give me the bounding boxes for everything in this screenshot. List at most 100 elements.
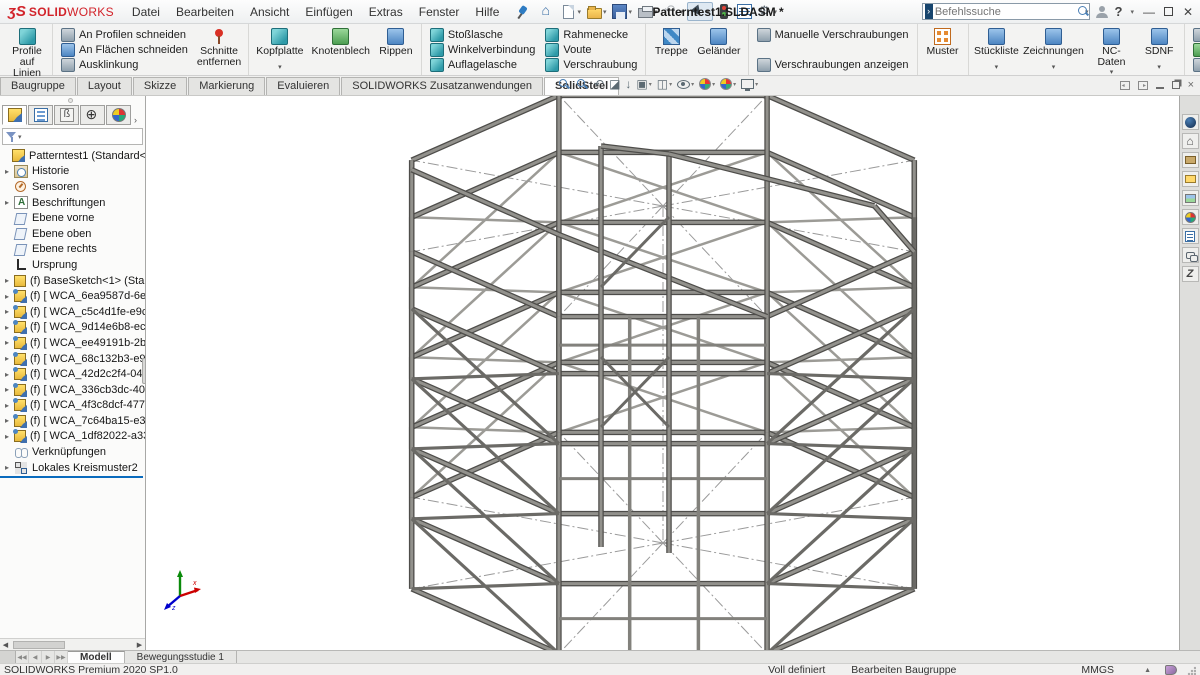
sdnf-button[interactable]: SDNF▾	[1137, 26, 1181, 73]
zoom-to-fit-icon[interactable]	[558, 78, 571, 91]
tree-item[interactable]: Ursprung	[0, 257, 145, 273]
tree-item[interactable]: ▸(f) [ WCA_ee49191b-2bf1-464f-b4	[0, 335, 145, 351]
tree-item[interactable]: ▸(f) [ WCA_42d2c2f4-043d-4715-91	[0, 366, 145, 382]
expand-arrow-icon[interactable]: ▸	[5, 432, 14, 441]
tab-evaluieren[interactable]: Evaluieren	[266, 77, 340, 95]
model-tab-modell[interactable]: Modell	[68, 651, 125, 663]
drawings-caret-icon[interactable]: ▾	[1052, 63, 1056, 71]
tree-item[interactable]: ▸(f) [ WCA_1df82022-a33c-439e-b8	[0, 429, 145, 445]
save-caret-icon[interactable]: ▾	[628, 8, 632, 16]
file-explorer-tab[interactable]	[1182, 171, 1199, 187]
remove-cuts-button[interactable]: Schnitte entfernen	[193, 26, 245, 73]
help-icon[interactable]: ?	[1115, 4, 1123, 19]
gusset-plate-button[interactable]: Knotenblech	[308, 26, 374, 73]
notch-button[interactable]: Ausklinkung	[58, 57, 191, 72]
search-input[interactable]	[935, 6, 1077, 18]
home-button[interactable]	[538, 3, 557, 20]
tree-item[interactable]: ▸Lokales Kreismuster2	[0, 460, 145, 476]
model-tab-bewegungsstudie-1[interactable]: Bewegungsstudie 1	[125, 651, 237, 663]
angle-connection-button[interactable]: Winkelverbindung	[427, 42, 538, 57]
filter-funnel-icon[interactable]	[6, 131, 17, 142]
rollback-bar[interactable]	[0, 476, 143, 478]
tree-item[interactable]: Sensoren	[0, 179, 145, 195]
close-button[interactable]: ✕	[1180, 5, 1196, 19]
dynamic-annotation-icon[interactable]: ↓	[625, 77, 631, 91]
railing-button[interactable]: Geländer	[693, 26, 744, 73]
tab-solidworks-zusatzanwendungen[interactable]: SOLIDWORKS Zusatzanwendungen	[341, 77, 543, 95]
maximize-button[interactable]	[1164, 7, 1173, 16]
doc-minimize-button[interactable]	[1156, 87, 1164, 89]
tree-item[interactable]: ▸(f) [ WCA_9d14e6b8-ec32-406a-9f	[0, 320, 145, 336]
propertymanager-tab[interactable]	[28, 105, 53, 125]
head-plate-button[interactable]: Kopfplatte▾	[252, 26, 307, 73]
cut-on-faces-button[interactable]: An Flächen schneiden	[58, 42, 191, 57]
scroll-track[interactable]	[11, 640, 134, 650]
butt-strap-button[interactable]: Stoßlasche	[427, 27, 538, 42]
sdnf-caret-icon[interactable]: ▾	[1157, 63, 1161, 71]
tree-item[interactable]: Patterntest1 (Standard<Anzeigestatus	[0, 148, 145, 164]
tab-nav-prev-icon[interactable]: ◀	[29, 651, 42, 663]
view-palette-tab[interactable]	[1182, 190, 1199, 206]
new-document-caret-icon[interactable]: ▾	[577, 8, 581, 16]
menu-extras[interactable]: Extras	[361, 2, 411, 22]
menu-datei[interactable]: Datei	[124, 2, 168, 22]
drawings-button[interactable]: Zeichnungen▾	[1021, 26, 1085, 73]
position-assembly-button[interactable]: Baugruppe positionieren	[1190, 57, 1200, 72]
featuremanager-tab[interactable]	[2, 105, 27, 125]
command-search[interactable]: › ▾	[922, 3, 1090, 20]
units-text[interactable]: MMGS	[1081, 664, 1114, 675]
model-3d-view[interactable]	[146, 96, 1179, 650]
tab-nav-last-icon[interactable]: ▶▶	[55, 651, 68, 663]
units-caret-icon[interactable]: ▲	[1144, 667, 1151, 674]
pane-right-icon[interactable]	[1138, 81, 1148, 90]
new-document-button[interactable]: ▾	[559, 4, 583, 20]
apply-scene-caret-icon[interactable]: ▾	[733, 81, 736, 88]
tabstrip-overflow-icon[interactable]: ›	[134, 115, 137, 125]
tab-layout[interactable]: Layout	[77, 77, 132, 95]
resources-home-tab[interactable]	[1182, 133, 1199, 149]
head-plate-caret-icon[interactable]: ▾	[278, 63, 282, 71]
expand-arrow-icon[interactable]: ▸	[5, 167, 14, 176]
expand-arrow-icon[interactable]: ▸	[5, 276, 14, 285]
tree-item[interactable]: ▸(f) [ WCA_336cb3dc-406b-4de1-a	[0, 382, 145, 398]
configurationmanager-tab[interactable]	[54, 105, 79, 125]
panel-resize-dot[interactable]	[68, 98, 73, 103]
minimize-button[interactable]: —	[1141, 5, 1157, 19]
previous-view-icon[interactable]: ↶	[594, 77, 604, 91]
open-button[interactable]: ▾	[585, 4, 609, 20]
zoom-to-area-icon[interactable]	[576, 78, 589, 91]
dimxpertmanager-tab[interactable]	[80, 105, 105, 125]
nc-data-button[interactable]: NC-Daten▾	[1086, 26, 1137, 73]
edit-appearance-caret-icon[interactable]: ▾	[712, 81, 715, 88]
tag-icon[interactable]	[1165, 665, 1177, 675]
ribs-button[interactable]: Rippen	[374, 26, 418, 73]
nc-data-caret-icon[interactable]: ▾	[1110, 68, 1114, 76]
xpress-products-tab[interactable]	[1182, 266, 1199, 282]
apply-scene-icon[interactable]: ▾	[720, 78, 736, 90]
hide-show-items-caret-icon[interactable]: ▾	[691, 81, 694, 88]
import-assembly-button[interactable]: Baugruppe importieren	[1190, 42, 1200, 57]
display-style-caret-icon[interactable]: ▾	[669, 81, 672, 88]
tree-item[interactable]: Ebene oben	[0, 226, 145, 242]
view-settings-icon[interactable]: ▾	[741, 79, 758, 89]
tree-item[interactable]: ▸Historie	[0, 164, 145, 180]
filter-caret-icon[interactable]: ▾	[18, 133, 22, 141]
pattern-button[interactable]: Muster	[921, 26, 965, 73]
tree-item[interactable]: Ebene rechts	[0, 242, 145, 258]
displaymanager-tab[interactable]	[106, 105, 131, 125]
expand-arrow-icon[interactable]: ▸	[5, 323, 14, 332]
bom-button[interactable]: Stückliste▾	[972, 26, 1022, 73]
tree-item[interactable]: ▸(f) [ WCA_6ea9587d-6ed4-4055-a0	[0, 288, 145, 304]
cut-on-profiles-button[interactable]: An Profilen schneiden	[58, 27, 191, 42]
doc-close-button[interactable]: ×	[1188, 79, 1194, 91]
save-button[interactable]: ▾	[610, 3, 634, 20]
custom-properties-tab[interactable]	[1182, 228, 1199, 244]
weldment-assemblies-button[interactable]: Schweißbaugruppen	[1190, 27, 1200, 42]
forum-tab[interactable]	[1182, 247, 1199, 263]
tab-splitter-box[interactable]	[0, 651, 16, 663]
help-caret-icon[interactable]: ▾	[1130, 8, 1134, 16]
pin-menu-icon[interactable]	[515, 5, 529, 19]
bolting-button[interactable]: Verschraubung	[542, 57, 640, 72]
menu-bearbeiten[interactable]: Bearbeiten	[168, 2, 242, 22]
hide-show-items-icon[interactable]: ▾	[677, 80, 694, 89]
